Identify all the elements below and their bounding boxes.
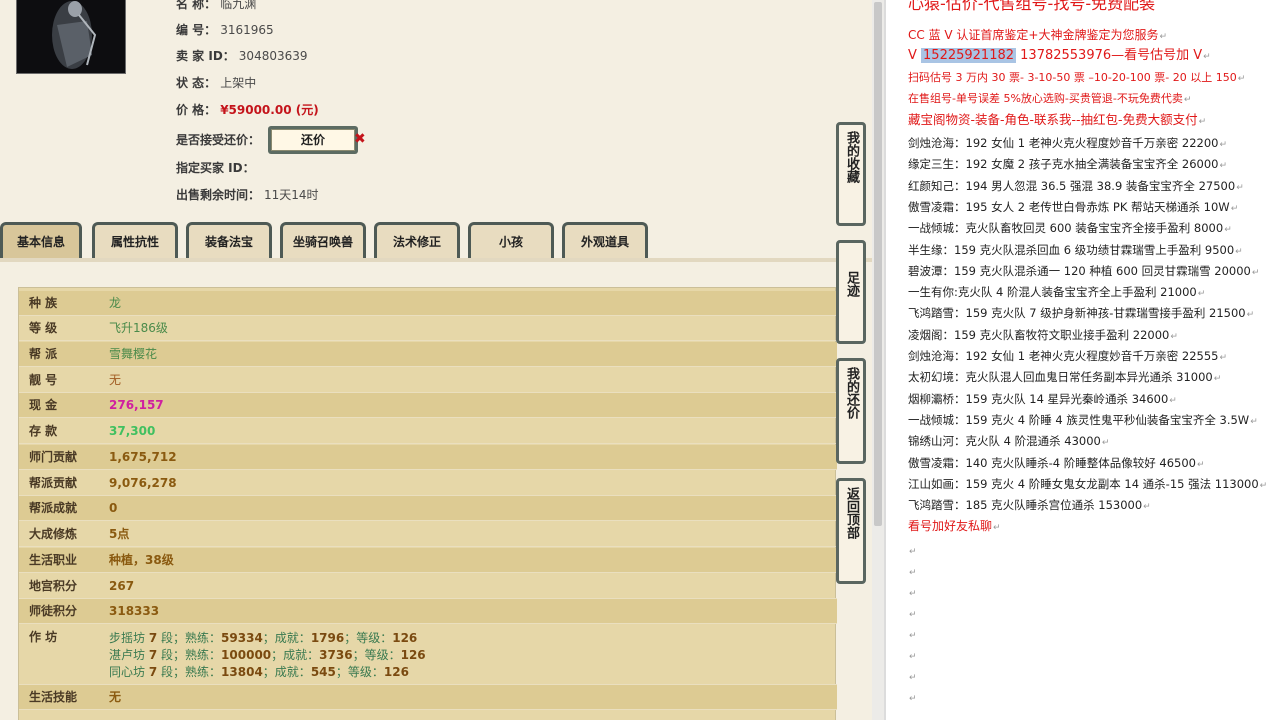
table-row: 帮派贡献 9,076,278: [19, 471, 837, 496]
table-row: 地宫积分 267: [19, 574, 837, 599]
price-row: 价 格： ¥59000.00 (元): [176, 103, 319, 117]
table-row: 生活技能无: [19, 685, 837, 710]
tab-bar: 基本信息 属性抗性 装备法宝 坐骑召唤兽 法术修正 小孩 外观道具: [0, 222, 872, 260]
listing-line: 傲雪凌霜：195 女人 2 老传世白骨赤炼 PK 帮站天梯通杀 10W↵: [908, 199, 1239, 214]
listing-line: 剑烛沧海：192 女仙 1 老神火克火程度妙音千万亲密 22200↵: [908, 136, 1228, 150]
listing-line: 江山如画：159 克火 4 阶睡女鬼女龙副本 14 通杀-15 强法 11300…: [908, 476, 1268, 491]
empty-line: ↵: [909, 631, 917, 641]
listing-line: 缘定三生：192 女魔 2 孩子克水抽全满装备宝宝齐全 26000↵: [908, 157, 1228, 172]
buyer-row: 指定买家 ID：: [176, 161, 255, 175]
table-row: 生活职业 种植，38级: [19, 548, 837, 573]
empty-line: ↵: [909, 652, 917, 662]
counter-offer-row: 是否接受还价：: [176, 133, 261, 147]
table-row: 等 级飞升186级: [19, 316, 837, 341]
workshop-line: 湛卢坊 7 段；熟练：100000；成就：3736；等级：126: [109, 648, 426, 662]
time-left-row: 出售剩余时间： 11天14时: [176, 188, 319, 202]
notes-footer: 看号加好友私聊↵: [908, 519, 1001, 533]
tab-underline: [0, 258, 872, 262]
status-row: 状 态： 上架中: [176, 76, 257, 90]
empty-line: ↵: [909, 673, 917, 683]
table-row: 大成修炼 5点: [19, 522, 837, 547]
notes-header: 心猿-估价-代售组号-找号-免费配装: [908, 0, 1156, 13]
listing-line: 锦绣山河：克火队 4 阶混通杀 43000↵: [908, 434, 1110, 449]
table-row: 存 款 37,300: [19, 419, 837, 444]
name-row: 名 称： 临九渊: [176, 0, 257, 11]
empty-line: ↵: [909, 610, 917, 620]
basic-info-table: 种 族龙 等 级飞升186级 帮 派雪舞樱花 靓 号无 现 金 276,157 存…: [18, 287, 837, 720]
notes-line: 藏宝阁物资-装备-角色-联系我--抽红包-免费大额支付↵: [908, 112, 1207, 127]
listing-line: 飞鸿踏雪：185 克火队睡杀宫位通杀 153000↵: [908, 498, 1151, 513]
empty-line: ↵: [909, 568, 917, 578]
notes-line: CC 蓝 V 认证首席鉴定+大神金牌鉴定为您服务↵: [908, 28, 1168, 42]
notes-line: 在售组号-单号误差 5%放心选购-买贵管退-不玩免费代卖↵: [908, 92, 1192, 105]
listing-line: 剑烛沧海：192 女仙 1 老神火克火程度妙音千万亲密 22555↵: [908, 349, 1228, 363]
empty-line: ↵: [909, 694, 917, 704]
tab-mounts-pets[interactable]: 坐骑召唤兽: [280, 222, 366, 258]
workshop-lines: 步摇坊 7 段；熟练：59334；成就：1796；等级：126 湛卢坊 7 段；…: [109, 630, 426, 681]
notes-contact-line: V 15225921182 13782553976—看号估号加 V↵: [908, 48, 1211, 63]
listing-line: 一战倾城：克火队畜牧回灵 600 装备宝宝齐全接手盈利 8000↵: [908, 221, 1232, 236]
scrollbar-thumb[interactable]: [874, 2, 882, 526]
notes-panel: 心猿-估价-代售组号-找号-免费配装 CC 蓝 V 认证首席鉴定+大神金牌鉴定为…: [886, 0, 1280, 720]
listing-line: 一生有你:克火队 4 阶混人装备宝宝齐全上手盈利 21000↵: [908, 285, 1206, 300]
phone-highlight: 15225921182: [921, 48, 1017, 63]
listing-line: 烟柳灞桥：159 克火队 14 星异光秦岭通杀 34600↵: [908, 391, 1177, 406]
table-row: 帮派成就 0: [19, 496, 837, 521]
footprint-button[interactable]: 足迹: [836, 240, 866, 344]
tab-spell-mods[interactable]: 法术修正: [374, 222, 460, 258]
counter-offer-button[interactable]: 还价: [268, 126, 358, 154]
back-to-top-button[interactable]: 返回顶部: [836, 478, 866, 584]
id-row: 编 号： 3161965: [176, 23, 274, 37]
page-scrollbar[interactable]: [872, 0, 884, 720]
my-counter-offers-button[interactable]: 我的还价: [836, 358, 866, 464]
listing-line: 半生缘：159 克火队混杀回血 6 级功绩甘霖瑞雪上手盈利 9500↵: [908, 242, 1243, 257]
character-portrait: [16, 0, 126, 74]
listing-line: 傲雪凌霜：140 克火队睡杀-4 阶睡整体品像较好 46500↵: [908, 455, 1205, 470]
table-row: 师徒积分 318333: [19, 599, 837, 624]
table-row: 靓 号无: [19, 368, 837, 393]
workshop-line: 步摇坊 7 段；熟练：59334；成就：1796；等级：126: [109, 631, 418, 645]
workshop-row: 作 坊 步摇坊 7 段；熟练：59334；成就：1796；等级：126 湛卢坊 …: [19, 625, 837, 685]
listing-line: 太初幻境：克火队混人回血鬼日常任务副本异光通杀 31000↵: [908, 370, 1222, 385]
workshop-line: 同心坊 7 段；熟练：13804；成就：545；等级：126: [109, 665, 409, 679]
tab-basic-info[interactable]: 基本信息: [0, 222, 82, 258]
table-row: 师门贡献 1,675,712: [19, 445, 837, 470]
tab-equipment[interactable]: 装备法宝: [186, 222, 272, 258]
tab-children[interactable]: 小孩: [468, 222, 554, 258]
close-icon[interactable]: ✖: [354, 131, 366, 147]
table-row: 帮 派雪舞樱花: [19, 342, 837, 367]
listing-line: 飞鸿踏雪：159 克火队 7 级护身新神孩-甘霖瑞雪接手盈利 21500↵: [908, 306, 1255, 321]
table-row: 种 族龙: [19, 291, 837, 316]
tab-attributes[interactable]: 属性抗性: [92, 222, 178, 258]
empty-line: ↵: [909, 589, 917, 599]
tab-appearance[interactable]: 外观道具: [562, 222, 648, 258]
table-row: 现 金 276,157: [19, 393, 837, 418]
empty-line: ↵: [909, 547, 917, 557]
my-favorites-button[interactable]: 我的收藏: [836, 122, 866, 226]
notes-line: 扫码估号 3 万内 30 票- 3-10-50 票 –10-20-100 票- …: [908, 71, 1246, 84]
listing-line: 红颜知己：194 男人忽混 36.5 强混 38.9 装备宝宝齐全 27500↵: [908, 178, 1244, 193]
listing-page: 名 称： 临九渊 编 号： 3161965 卖 家 ID： 304803639 状 态…: [0, 0, 872, 720]
seller-row: 卖 家 ID： 304803639: [176, 49, 308, 63]
listing-line: 碧波潭：159 克火队混杀通一 120 种植 600 回灵甘霖瑞雪 20000↵: [908, 263, 1260, 278]
listing-line: 凌烟阁：159 克火队畜牧符文职业接手盈利 22000↵: [908, 327, 1178, 342]
listing-line: 一战倾城：159 克火 4 阶睡 4 族灵性鬼平秒仙装备宝宝齐全 3.5W↵: [908, 412, 1258, 427]
